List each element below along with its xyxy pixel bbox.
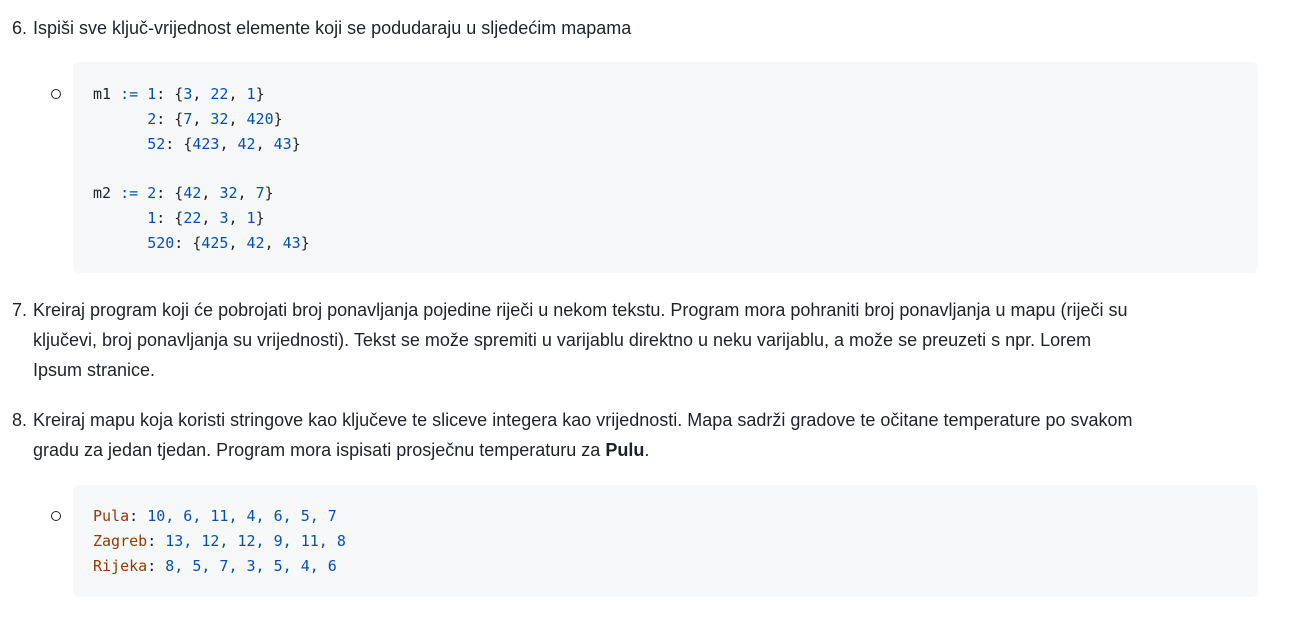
bold-city-name: Pulu (605, 440, 645, 460)
document-page: 6. Ispiši sve ključ-vrijednost elemente … (0, 0, 1296, 622)
circle-bullet-icon (51, 511, 61, 521)
code-block-maps: m1 := 1: {3, 22, 1} 2: {7, 32, 420} 52: … (73, 62, 1258, 273)
code-line: 520: {425, 42, 43} (147, 234, 310, 252)
code-line: Pula: 10, 6, 11, 4, 6, 5, 7 (93, 507, 337, 525)
text-line: ključevi, broj ponavljanja su vrijednost… (33, 330, 1092, 350)
code-line: Rijeka: 8, 5, 7, 3, 5, 4, 6 (93, 557, 337, 575)
code-line: m1 := 1: {3, 22, 1} (93, 85, 265, 103)
list-number: 6. (12, 18, 28, 38)
list-number: 8. (12, 410, 28, 430)
list-item-text: Kreiraj program koji će pobrojati broj p… (33, 295, 1261, 385)
code-line: 52: {423, 42, 43} (147, 135, 301, 153)
text-line: Ipsum stranice. (33, 360, 156, 380)
circle-bullet-icon (51, 89, 61, 99)
code-line: 2: {7, 32, 420} (147, 110, 283, 128)
list-item-7: 7. Kreiraj program koji će pobrojati bro… (0, 295, 1262, 385)
list-item-text: Kreiraj mapu koja koristi stringove kao … (33, 405, 1261, 465)
list-item-text: Ispiši sve ključ-vrijednost elemente koj… (33, 18, 632, 38)
list-number: 7. (12, 300, 28, 320)
text-line: gradu za jedan tjedan. Program mora ispi… (33, 440, 650, 460)
text-line: Kreiraj program koji će pobrojati broj p… (33, 300, 1128, 320)
list-item-8: 8. Kreiraj mapu koja koristi stringove k… (0, 405, 1262, 465)
code-line: m2 := 2: {42, 32, 7} (93, 184, 274, 202)
code-line: 1: {22, 3, 1} (147, 209, 265, 227)
code-line: Zagreb: 13, 12, 12, 9, 11, 8 (93, 532, 346, 550)
list-item-6: 6. Ispiši sve ključ-vrijednost elemente … (0, 13, 1262, 43)
text-line: Kreiraj mapu koja koristi stringove kao … (33, 410, 1133, 430)
code-block-temperatures: Pula: 10, 6, 11, 4, 6, 5, 7 Zagreb: 13, … (73, 485, 1258, 597)
